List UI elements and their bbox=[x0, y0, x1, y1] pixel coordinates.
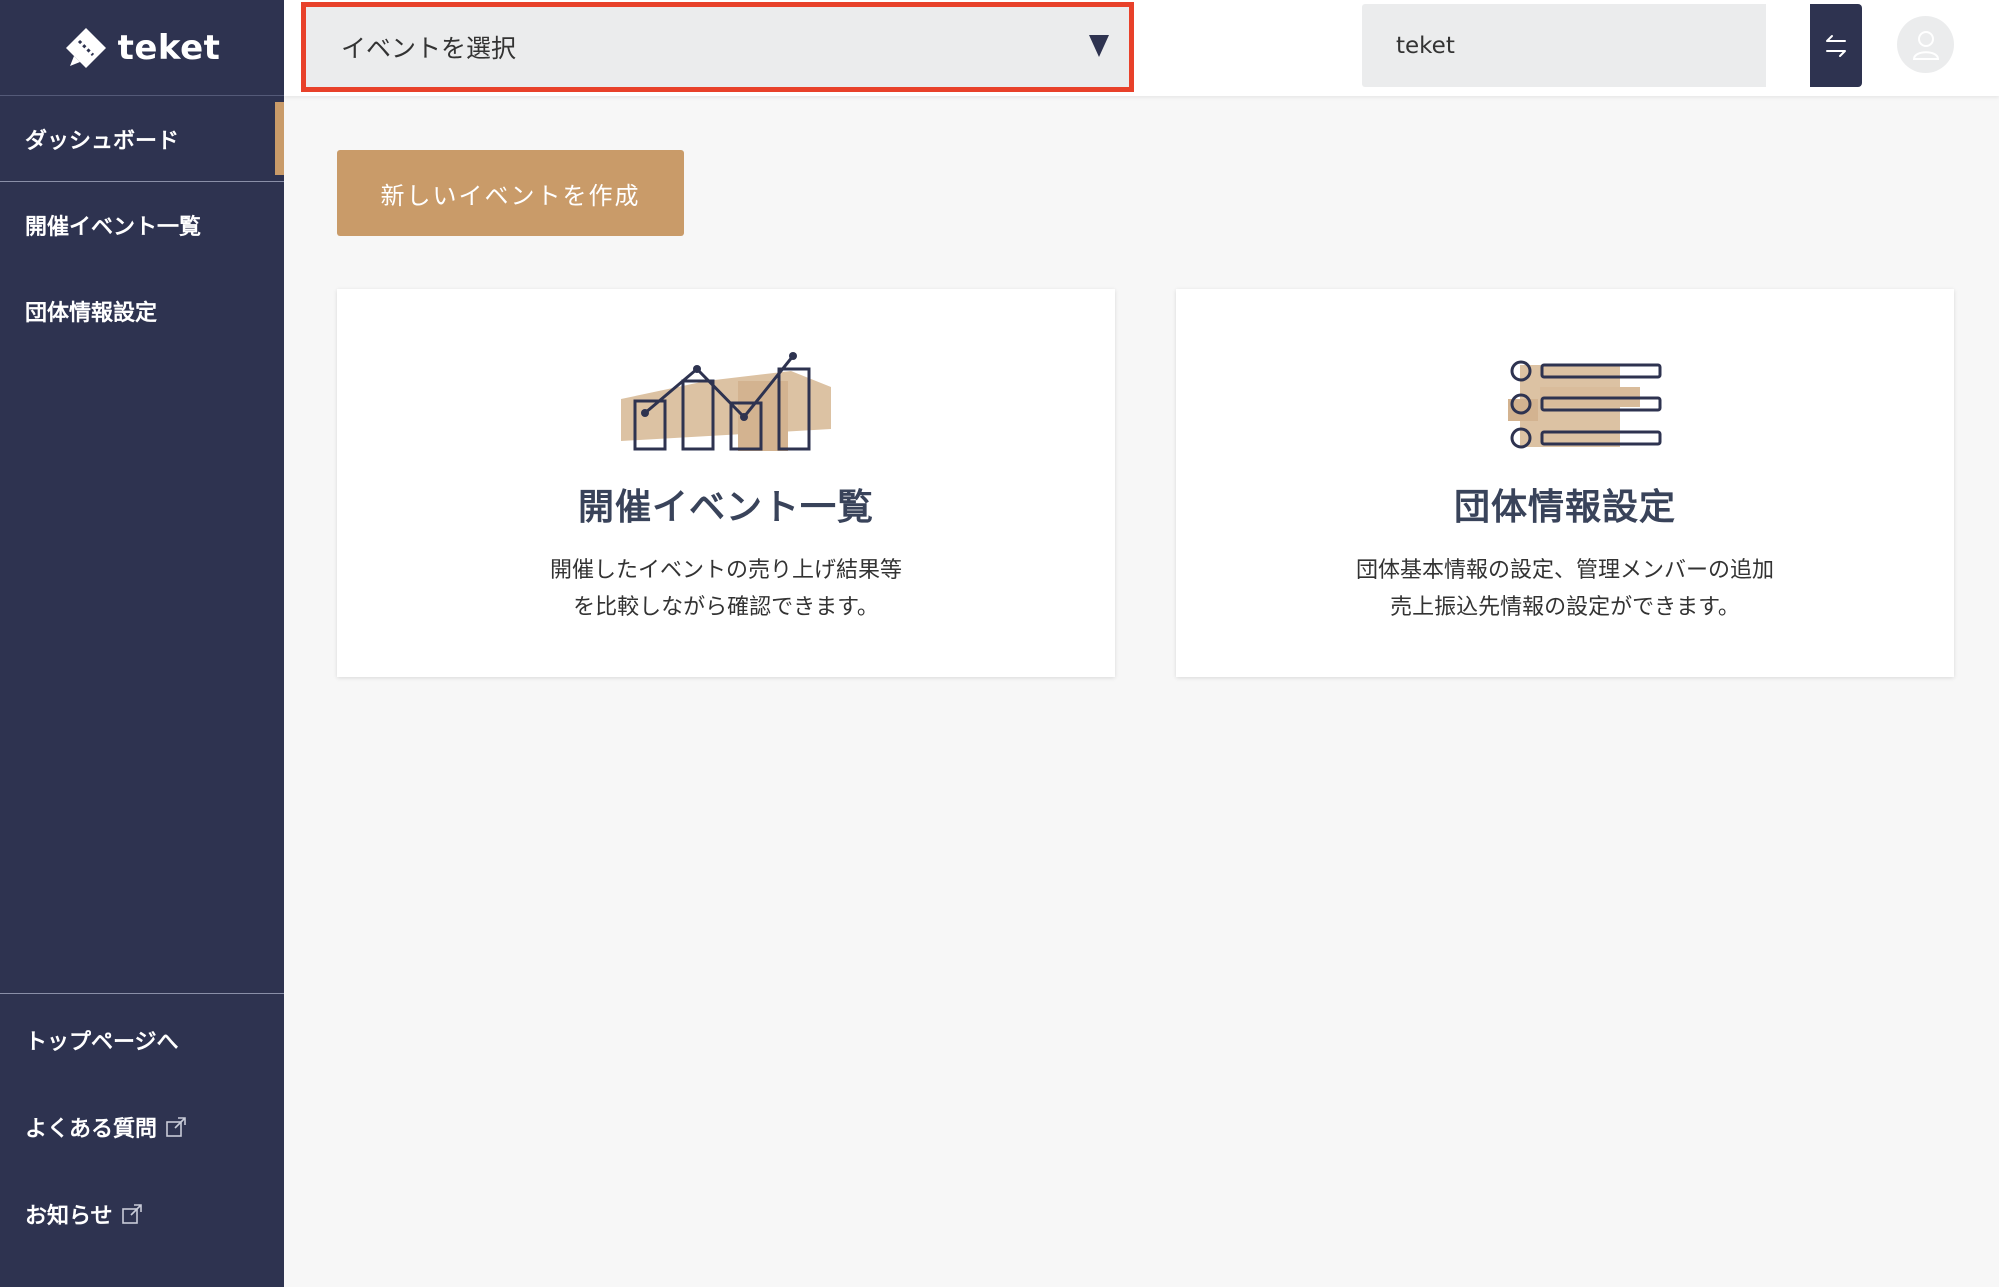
event-list-card[interactable]: 開催イベント一覧 開催したイベントの売り上げ結果等 を比較しながら確認できます。 bbox=[337, 289, 1115, 677]
event-select-dropdown[interactable]: イベントを選択 bbox=[301, 2, 1134, 92]
sidebar-item-news[interactable]: お知らせ bbox=[0, 1170, 284, 1257]
sidebar-item-event-list[interactable]: 開催イベント一覧 bbox=[0, 182, 284, 268]
top-header: イベントを選択 teket bbox=[284, 0, 1999, 96]
sidebar-item-label: お知らせ bbox=[25, 1203, 113, 1229]
chart-illustration-icon bbox=[621, 352, 831, 451]
user-icon bbox=[1912, 30, 1939, 60]
caret-down-icon bbox=[1089, 35, 1109, 57]
external-link-icon bbox=[166, 1116, 186, 1137]
sidebar-item-label: 団体情報設定 bbox=[25, 301, 158, 326]
organization-name: teket bbox=[1396, 32, 1455, 59]
logo[interactable]: teket bbox=[0, 0, 284, 96]
sidebar-item-label: ダッシュボード bbox=[25, 128, 180, 154]
external-link-icon bbox=[121, 1203, 142, 1224]
create-event-button[interactable]: 新しいイベントを作成 bbox=[337, 150, 684, 236]
list-illustration-icon bbox=[1508, 360, 1662, 449]
card-title: 団体情報設定 bbox=[1453, 487, 1676, 528]
ticket-logo-icon bbox=[65, 27, 106, 68]
sidebar-item-faq[interactable]: よくある質問 bbox=[0, 1083, 284, 1170]
card-description: 開催したイベントの売り上げ結果等 を比較しながら確認できます。 bbox=[549, 558, 902, 620]
sidebar: teket ダッシュボード 開催イベント一覧 団体情報設定 トップページへ よく… bbox=[0, 0, 284, 1287]
organization-settings-card[interactable]: 団体情報設定 団体基本情報の設定、管理メンバーの追加 売上振込先情報の設定ができ… bbox=[1176, 289, 1954, 677]
brand-name: teket bbox=[117, 27, 221, 68]
sidebar-nav: ダッシュボード 開催イベント一覧 団体情報設定 bbox=[0, 96, 284, 354]
event-select-placeholder: イベントを選択 bbox=[341, 34, 517, 63]
app-root: teket ダッシュボード 開催イベント一覧 団体情報設定 トップページへ よく… bbox=[0, 0, 1999, 1287]
card-description: 団体基本情報の設定、管理メンバーの追加 売上振込先情報の設定ができます。 bbox=[1355, 558, 1774, 620]
sidebar-bottom-nav: トップページへ よくある質問 お知らせ bbox=[0, 993, 284, 1257]
sidebar-item-label: トップページへ bbox=[25, 1029, 179, 1055]
user-avatar[interactable] bbox=[1897, 16, 1954, 73]
sidebar-item-organization-settings[interactable]: 団体情報設定 bbox=[0, 268, 284, 354]
sidebar-item-label: よくある質問 bbox=[25, 1116, 158, 1142]
sidebar-item-dashboard[interactable]: ダッシュボード bbox=[0, 96, 284, 182]
organization-name-field: teket bbox=[1362, 4, 1766, 87]
sidebar-item-label: 開催イベント一覧 bbox=[25, 215, 202, 240]
swap-arrows-icon bbox=[1826, 34, 1846, 57]
sidebar-item-top-page[interactable]: トップページへ bbox=[0, 996, 284, 1083]
card-title: 開催イベント一覧 bbox=[577, 487, 874, 528]
switch-organization-button[interactable] bbox=[1810, 4, 1862, 87]
